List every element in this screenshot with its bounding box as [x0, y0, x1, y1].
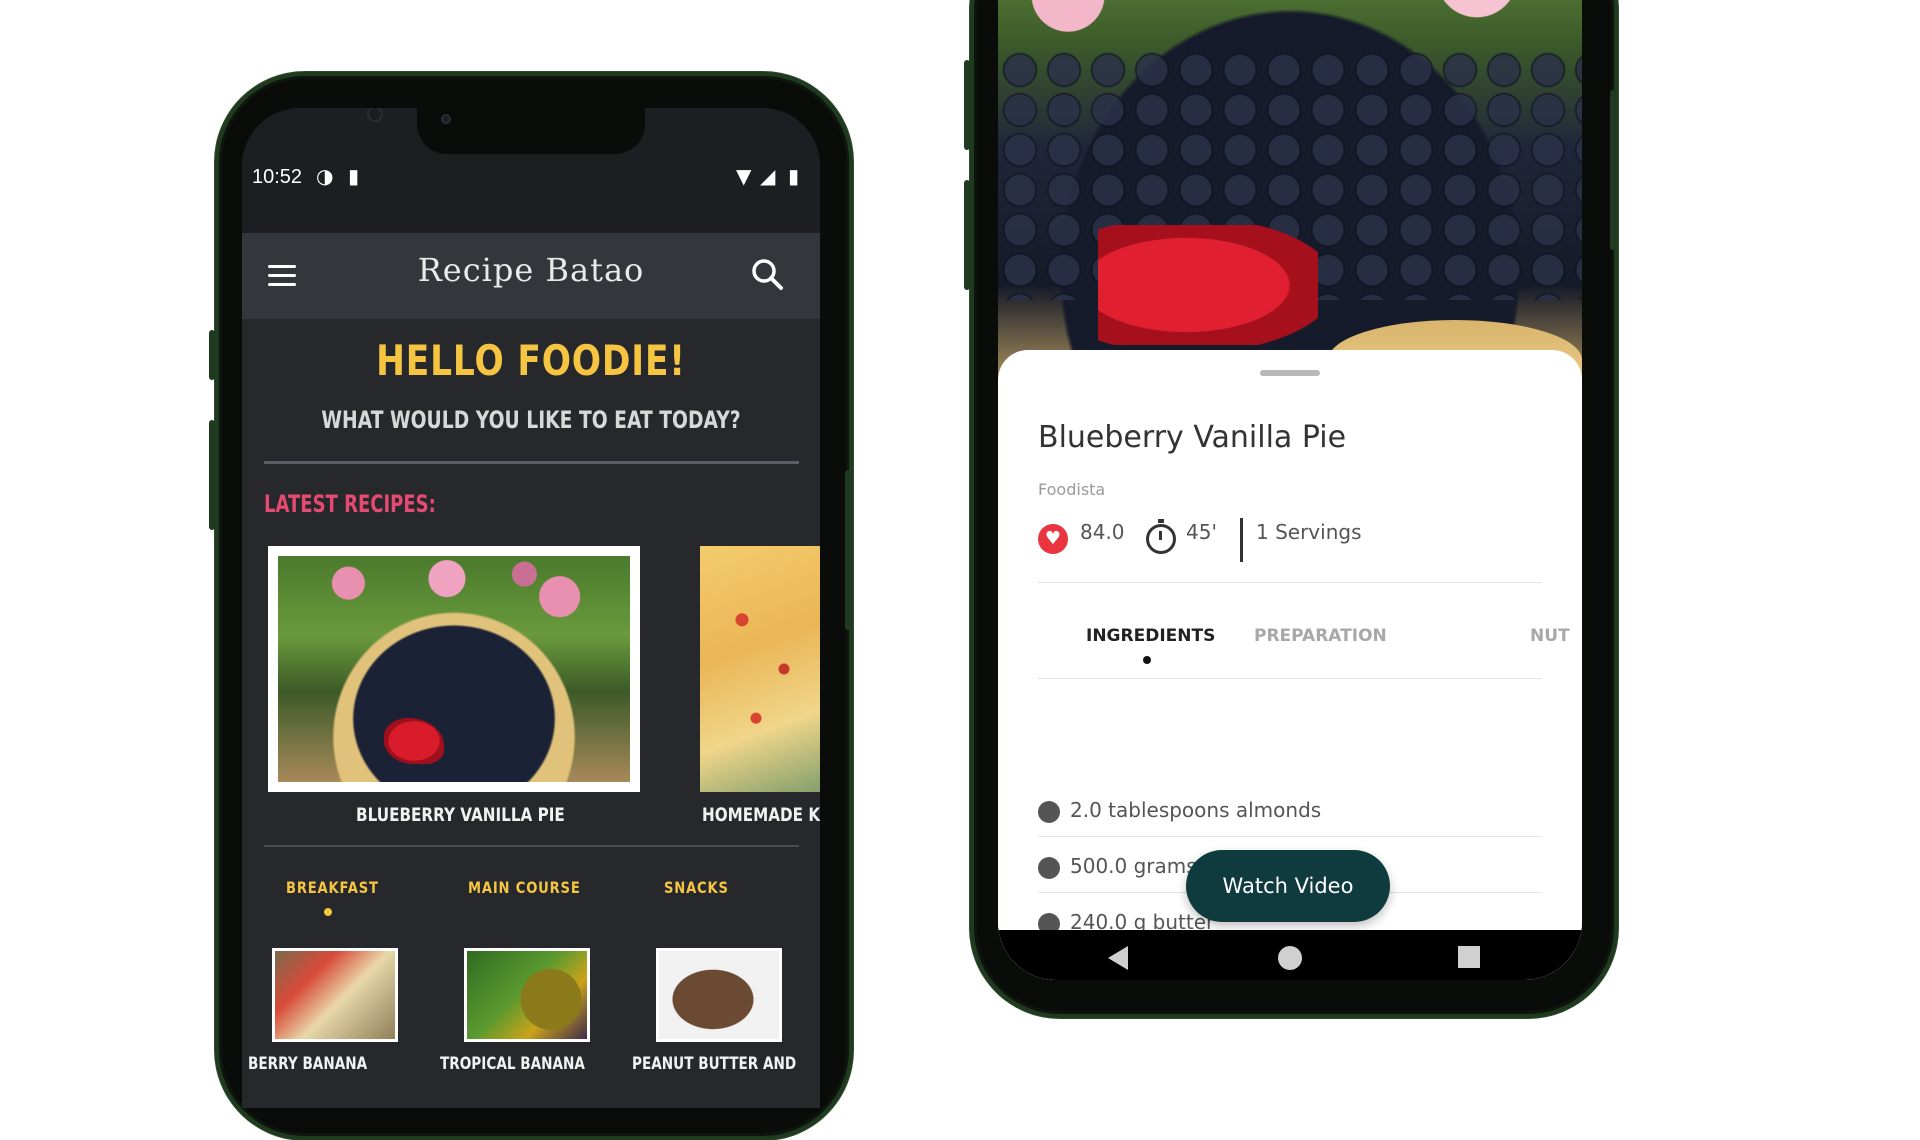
recipe-thumbnail[interactable]	[272, 948, 398, 1042]
left-phone-volume-button	[209, 420, 215, 530]
tab-selected-indicator	[1143, 656, 1151, 664]
recipe-time: 45'	[1186, 520, 1217, 544]
wifi-icon: ▼	[736, 164, 752, 188]
ingredient-bullet-icon	[1038, 856, 1060, 879]
recipe-title: Blueberry Vanilla Pie	[1038, 420, 1347, 455]
prompt-subtitle: WHAT WOULD YOU LIKE TO EAT TODAY?	[321, 406, 741, 434]
divider	[1038, 678, 1542, 679]
app-title: Recipe Batao	[417, 251, 645, 289]
recipe-thumbnail[interactable]	[656, 948, 782, 1042]
latest-recipe-card[interactable]	[700, 546, 820, 792]
right-phone-volume-button	[964, 60, 970, 150]
ingredient-item: 500.0 grams	[1038, 854, 1197, 879]
data-saver-icon: ◑	[316, 164, 334, 188]
ingredient-bullet-icon	[1038, 800, 1060, 823]
status-time: 10:52	[252, 166, 303, 188]
recipe-hero-image	[998, 0, 1582, 400]
battery-icon: ▮	[788, 164, 800, 188]
tab-nutrition[interactable]: NUT	[1530, 626, 1570, 646]
right-phone-power-button	[1610, 90, 1616, 250]
latest-recipe-label: HOMEMADE K	[702, 804, 820, 826]
meta-divider	[1240, 518, 1243, 562]
recipe-item-label: TROPICAL BANANA	[440, 1054, 585, 1074]
search-icon[interactable]	[750, 257, 784, 291]
recipe-score: 84.0	[1080, 520, 1125, 544]
system-navigation-bar	[998, 930, 1582, 980]
tab-selected-indicator	[324, 908, 332, 916]
tab-ingredients[interactable]: INGREDIENTS	[1086, 626, 1215, 646]
ingredient-item: 2.0 tablespoons almonds	[1038, 798, 1321, 823]
right-phone-volume-button	[964, 180, 970, 290]
recipe-image	[700, 546, 820, 792]
back-icon[interactable]	[1108, 946, 1128, 970]
ingredient-text: 500.0 grams	[1070, 854, 1197, 878]
sd-card-icon: ▮	[348, 164, 360, 188]
home-icon[interactable]	[1278, 946, 1302, 970]
watch-video-button[interactable]: Watch Video	[1186, 850, 1390, 922]
latest-recipe-label: BLUEBERRY VANILLA PIE	[356, 804, 565, 826]
divider	[264, 845, 799, 847]
recipe-item-label: BERRY BANANA	[248, 1054, 368, 1074]
right-screen: Blueberry Vanilla Pie Foodista ♥ 84.0 45…	[998, 0, 1582, 980]
timer-icon	[1146, 519, 1176, 554]
drag-handle[interactable]	[1260, 370, 1320, 376]
app-bar: Recipe Batao	[242, 233, 820, 319]
recipe-detail-sheet: Blueberry Vanilla Pie Foodista ♥ 84.0 45…	[998, 350, 1582, 980]
latest-recipe-card[interactable]	[268, 546, 640, 792]
divider	[1038, 582, 1542, 583]
recipe-item-label: PEANUT BUTTER AND	[632, 1054, 797, 1074]
recipe-image	[278, 556, 630, 782]
recipe-thumbnail[interactable]	[464, 948, 590, 1042]
tab-main-course[interactable]: MAIN COURSE	[468, 878, 581, 897]
camera-notch	[367, 108, 645, 154]
left-screen: 10:52 ◑ ▮ ▼ ◢ ▮ Recipe Batao HELLO FOODI…	[242, 108, 820, 1108]
tab-preparation[interactable]: PREPARATION	[1254, 626, 1387, 646]
tab-snacks[interactable]: SNACKS	[664, 878, 729, 897]
divider	[264, 461, 799, 464]
latest-recipes-heading: LATEST RECIPES:	[264, 490, 436, 518]
recents-icon[interactable]	[1458, 946, 1480, 968]
tab-breakfast[interactable]: BREAKFAST	[286, 878, 379, 897]
divider	[1038, 836, 1542, 837]
heart-icon: ♥	[1038, 524, 1068, 554]
sensor	[441, 114, 451, 124]
recipe-servings: 1 Servings	[1256, 520, 1362, 544]
left-phone-side-button	[209, 330, 215, 380]
recipe-source: Foodista	[1038, 480, 1106, 499]
greeting-heading: HELLO FOODIE!	[376, 336, 686, 385]
signal-icon: ◢	[760, 164, 776, 188]
ingredient-text: 2.0 tablespoons almonds	[1070, 798, 1322, 822]
left-phone-power-button	[845, 470, 851, 630]
